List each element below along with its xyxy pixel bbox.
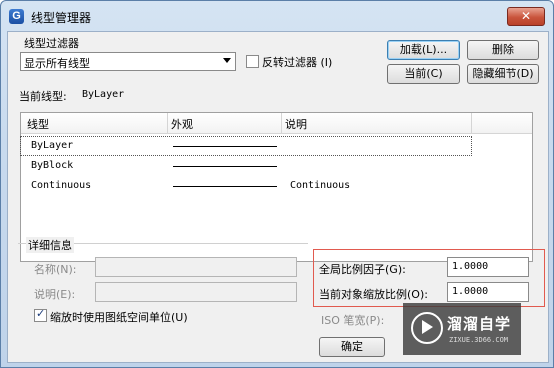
watermark-title: 溜溜自学 (447, 315, 512, 333)
delete-button[interactable]: 删除 (467, 40, 539, 60)
list-item[interactable]: ByLayer (20, 136, 472, 156)
current-scale-value: 1.0000 (452, 286, 489, 297)
linetype-name: ByBlock (31, 160, 74, 171)
name-label: 名称(N): (34, 263, 77, 276)
ok-button[interactable]: 确定 (319, 337, 385, 357)
description-label: 说明(E): (34, 288, 76, 301)
linetype-preview (173, 146, 277, 147)
description-field[interactable] (95, 282, 297, 302)
current-linetype-label: 当前线型: (19, 90, 67, 103)
linetype-preview (173, 186, 277, 187)
load-button[interactable]: 加载(L)... (387, 40, 460, 60)
list-item[interactable]: ByBlock (21, 157, 471, 175)
filter-group-label: 线型过滤器 (24, 37, 79, 50)
filter-dropdown-value: 显示所有线型 (24, 57, 90, 70)
list-header: 线型 外观 说明 (21, 113, 532, 134)
linetype-preview (173, 166, 277, 167)
current-scale-input[interactable]: 1.0000 (447, 282, 529, 302)
column-divider[interactable] (281, 113, 282, 133)
watermark-url: ZIXUE.3D66.COM (449, 336, 509, 344)
column-header-description[interactable]: 说明 (285, 116, 307, 132)
title-bar: G 线型管理器 ✕ (1, 1, 553, 31)
column-divider[interactable] (167, 113, 168, 133)
linetype-description: Continuous (290, 180, 351, 191)
iso-pen-width-label: ISO 笔宽(P): (321, 314, 385, 327)
play-icon (422, 320, 433, 334)
linetype-name: ByLayer (31, 140, 74, 151)
column-header-linetype[interactable]: 线型 (27, 116, 49, 132)
global-scale-label: 全局比例因子(G): (319, 263, 406, 276)
list-item[interactable]: Continuous Continuous (21, 177, 471, 195)
linetype-name: Continuous (31, 180, 92, 191)
filter-dropdown[interactable]: 显示所有线型 (20, 52, 236, 71)
window-title: 线型管理器 (31, 11, 92, 25)
invert-filter-label: 反转过滤器 (I) (262, 56, 333, 69)
invert-filter-checkbox[interactable] (246, 55, 259, 68)
hide-details-button[interactable]: 隐藏细节(D) (467, 64, 539, 84)
paper-units-checkbox[interactable] (34, 307, 47, 322)
linetype-list[interactable]: 线型 外观 说明 ByLayer ByBlock Continuous Cont… (20, 112, 533, 262)
paper-units-label: 缩放时使用图纸空间单位(U) (50, 311, 188, 324)
current-linetype-value: ByLayer (82, 89, 125, 100)
watermark-overlay: 溜溜自学 ZIXUE.3D66.COM (403, 303, 521, 355)
global-scale-input[interactable]: 1.0000 (447, 257, 529, 277)
app-logo-icon: G (9, 9, 24, 24)
close-button[interactable]: ✕ (507, 7, 545, 26)
name-field[interactable] (95, 257, 297, 277)
global-scale-value: 1.0000 (452, 261, 489, 272)
column-header-appearance[interactable]: 外观 (171, 116, 193, 132)
current-button[interactable]: 当前(C) (387, 64, 460, 84)
current-scale-label: 当前对象缩放比例(O): (319, 288, 428, 301)
details-group-label: 详细信息 (26, 237, 74, 253)
column-divider[interactable] (471, 113, 472, 133)
chevron-down-icon (223, 58, 231, 63)
linetype-manager-window: G 线型管理器 ✕ 线型过滤器 显示所有线型 反转过滤器 (I) 加载(L)..… (0, 0, 554, 368)
